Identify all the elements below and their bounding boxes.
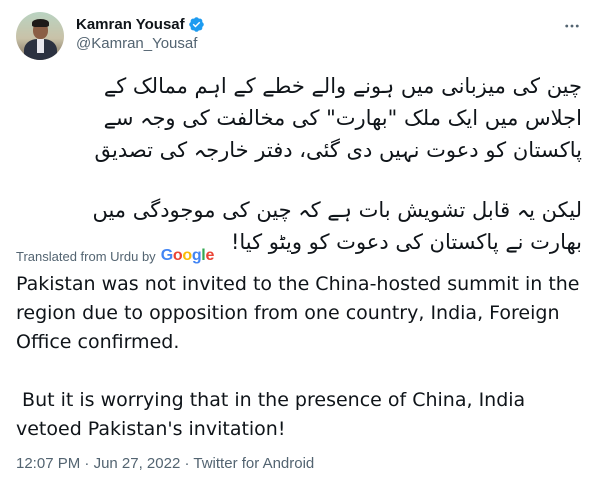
verified-badge-icon: [188, 16, 205, 33]
translated-label: Translated from Urdu by: [16, 248, 156, 264]
tweet-meta: 12:07 PM · Jun 27, 2022 · Twitter for An…: [16, 455, 314, 472]
translation-attribution: Translated from Urdu by Google: [16, 247, 214, 265]
name-row: Kamran Yousaf: [76, 14, 205, 34]
english-paragraph-2: But it is worrying that in the presence …: [16, 389, 532, 440]
tweet-date[interactable]: Jun 27, 2022: [94, 455, 181, 472]
more-options-icon[interactable]: [558, 12, 586, 40]
tweet-text-english: Pakistan was not invited to the China-ho…: [16, 270, 586, 444]
tweet-source[interactable]: Twitter for Android: [193, 455, 314, 472]
meta-separator: ·: [84, 455, 90, 472]
tweet-card: Kamran Yousaf @Kamran_Yousaf چین کی میزب…: [0, 0, 598, 484]
author-block: Kamran Yousaf @Kamran_Yousaf: [76, 14, 205, 52]
avatar[interactable]: [16, 12, 64, 60]
english-paragraph-1: Pakistan was not invited to the China-ho…: [16, 273, 586, 353]
google-logo: Google: [160, 247, 215, 264]
urdu-line: لیکن یہ قابل تشویش بات ہے کہ چین کی موجو…: [92, 198, 582, 222]
urdu-line: اجلاس میں ایک ملک "بھارت" کی مخالفت کی و…: [103, 106, 582, 130]
tweet-time[interactable]: 12:07 PM: [16, 455, 80, 472]
tweet-text-urdu: چین کی میزبانی میں ہونے والے خطے کے اہم …: [16, 70, 582, 258]
meta-separator: ·: [184, 455, 190, 472]
author-handle[interactable]: @Kamran_Yousaf: [76, 35, 205, 52]
author-name[interactable]: Kamran Yousaf: [76, 16, 185, 33]
urdu-line: چین کی میزبانی میں ہونے والے خطے کے اہم …: [103, 74, 582, 98]
urdu-line: پاکستان کو دعوت نہیں دی گئی، دفتر خارجہ …: [94, 138, 583, 162]
